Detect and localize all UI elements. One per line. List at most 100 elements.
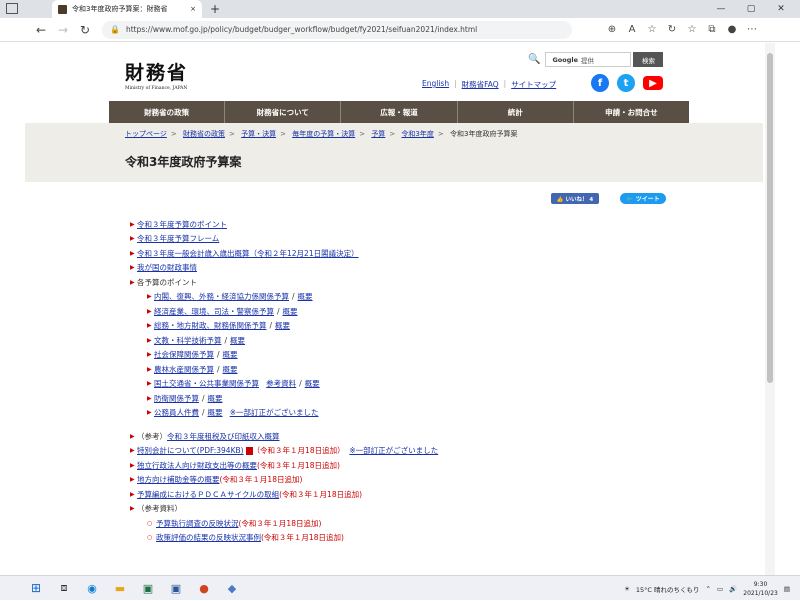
breadcrumb-yosan[interactable]: 予算 [371,130,385,138]
breadcrumb-yearly[interactable]: 毎年度の予算・決算 [292,130,355,138]
link-economy[interactable]: 経済産業、環境、司法・警察係予算 [154,306,274,317]
pdf-icon [245,446,253,455]
link-summary[interactable]: 概要 [208,393,223,404]
faq-link[interactable]: 財務省FAQ [462,79,499,90]
clock[interactable]: 9:30 2021/10/23 [743,580,778,598]
tab-close-icon[interactable]: × [190,5,196,13]
breadcrumb-r3[interactable]: 令和3年度 [401,130,433,138]
tab-actions-icon[interactable] [6,3,18,14]
word-icon[interactable]: ▣ [162,576,190,601]
english-link[interactable]: English [422,79,449,90]
link-summary[interactable]: 概要 [223,364,238,375]
arrow-icon: ▶ [147,293,152,301]
sitemap-link[interactable]: サイトマップ [511,79,556,90]
arrow-icon: ▶ [147,307,152,315]
collections-icon[interactable]: ☆ [682,24,702,35]
tray-chevron-icon[interactable]: ⌃ [706,585,711,593]
volume-icon[interactable]: 🔊 [729,585,737,593]
list-item: ▶ 農林水産関係予算 / 概要 [147,364,238,375]
app-icon[interactable]: ◆ [218,576,246,601]
network-icon[interactable]: ▭ [717,585,723,593]
facebook-like-button[interactable]: 👍 いいね！ 4 [551,193,599,204]
read-aloud-icon[interactable]: A [622,24,642,35]
link-correction[interactable]: ※一部訂正がございました [230,407,319,418]
link-defense[interactable]: 防衛関係予算 [154,393,199,404]
weather-text[interactable]: 15°C 晴れのちくもり [636,584,700,594]
arrow-icon: ▶ [130,505,135,513]
browser-tab[interactable]: 令和3年度政府予算案：財務省 × [52,0,202,18]
points-heading: 各予算のポイント [137,277,197,287]
forward-icon[interactable]: → [52,23,74,37]
link-local-subsidies[interactable]: 地方向け補助金等の概要 [137,474,220,485]
refresh-icon[interactable]: ↻ [74,23,96,37]
tweet-button[interactable]: 🐦 ツイート [620,193,666,204]
site-logo[interactable]: 財務省 Ministry of Finance, JAPAN [125,58,188,91]
maximize-icon[interactable]: ▢ [736,0,766,18]
notification-icon[interactable]: ▤ [784,585,790,593]
link-summary[interactable]: 概要 [208,407,223,418]
task-view-icon[interactable]: ⧈ [50,576,78,601]
zoom-icon[interactable]: ⊕ [602,24,622,35]
arrow-icon: ▶ [147,409,152,417]
windows-start-icon[interactable]: ⊞ [22,576,50,601]
twitter-icon[interactable]: t [617,74,635,92]
link-general-account[interactable]: 令和３年度一般会計歳入歳出概算（令和２年12月21日閣議決定） [137,248,359,259]
nav-press[interactable]: 広報・報道 [341,101,458,123]
breadcrumb-top[interactable]: トップページ [125,130,167,138]
link-pdca[interactable]: 予算編成におけるＰＤＣＡサイクルの取組 [137,489,279,500]
close-window-icon[interactable]: ✕ [766,0,796,18]
link-summary[interactable]: 概要 [223,349,238,360]
link-points[interactable]: 令和３年度予算のポイント [137,219,227,230]
link-agriculture[interactable]: 農林水産関係予算 [154,364,214,375]
excel-icon[interactable]: ▣ [134,576,162,601]
link-special-account[interactable]: 特別会計について(PDF:394KB) [137,445,244,456]
facebook-icon[interactable]: f [591,74,609,92]
link-personnel[interactable]: 公務員人件費 [154,407,199,418]
address-bar[interactable]: 🔒 https://www.mof.go.jp/policy/budget/bu… [102,20,572,39]
nav-about[interactable]: 財務省について [225,101,342,123]
minimize-icon[interactable]: — [706,0,736,18]
site-search: 🔍 Google 提供 検索 [528,52,664,67]
list-item: ▶ 令和３年度予算のポイント [130,217,438,232]
search-input[interactable]: Google 提供 [545,52,632,67]
new-tab-icon[interactable]: + [210,2,220,16]
util-separator: | [454,79,457,88]
link-fiscal-situation[interactable]: 我が国の財政事情 [137,262,197,273]
youtube-icon[interactable]: ▶ [643,76,663,90]
powerpoint-icon[interactable]: ● [190,576,218,601]
edge-browser-icon[interactable]: ◉ [78,576,106,601]
link-cabinet[interactable]: 内閣、復興、外務・経済協力係関係予算 [154,291,289,302]
link-summary[interactable]: 概要 [275,320,290,331]
list-item: ▶ 我が国の財政事情 [130,261,438,276]
link-social-security[interactable]: 社会保障関係予算 [154,349,214,360]
nav-contact[interactable]: 申請・お問合せ [574,101,689,123]
link-land-transport[interactable]: 国土交通省・公共事業関係予算 [154,378,259,389]
favorite-star-icon[interactable]: ☆ [642,24,662,35]
link-summary[interactable]: 概要 [283,306,298,317]
link-education[interactable]: 文教・科学技術予算 [154,335,222,346]
scrollbar-thumb[interactable] [767,53,773,383]
link-reference[interactable]: 参考資料 [266,378,296,389]
file-explorer-icon[interactable]: ▬ [106,576,134,601]
nav-policy[interactable]: 財務省の政策 [109,101,226,123]
breadcrumb-budget[interactable]: 予算・決算 [241,130,276,138]
link-summary[interactable]: 概要 [298,291,313,302]
more-menu-icon[interactable]: ⋯ [742,24,762,35]
breadcrumb-policy[interactable]: 財務省の政策 [183,130,225,138]
nav-statistics[interactable]: 統計 [458,101,574,123]
link-execution-survey[interactable]: 予算執行調査の反映状況 [156,518,239,529]
link-independent-agencies[interactable]: 独立行政法人向け財政支出等の概要 [137,460,257,471]
back-icon[interactable]: ← [30,23,52,37]
link-frame[interactable]: 令和３年度予算フレーム [137,233,219,244]
link-local-finance[interactable]: 総務・地方財政、財務係関係予算 [154,320,267,331]
link-policy-evaluation[interactable]: 政策評価の結果の反映状況事例 [156,532,261,543]
search-button[interactable]: 検索 [633,52,664,67]
link-correction[interactable]: ※一部訂正がございました [349,445,438,456]
extensions-icon[interactable]: ⧉ [702,24,722,35]
link-summary[interactable]: 概要 [230,335,245,346]
profile-icon[interactable]: ● [722,24,742,35]
link-tax-revenue[interactable]: 令和３年度租税及び印紙収入概算 [167,431,280,442]
refresh-alt-icon[interactable]: ↻ [662,24,682,35]
link-summary[interactable]: 概要 [305,378,320,389]
page-scrollbar[interactable] [765,43,775,575]
